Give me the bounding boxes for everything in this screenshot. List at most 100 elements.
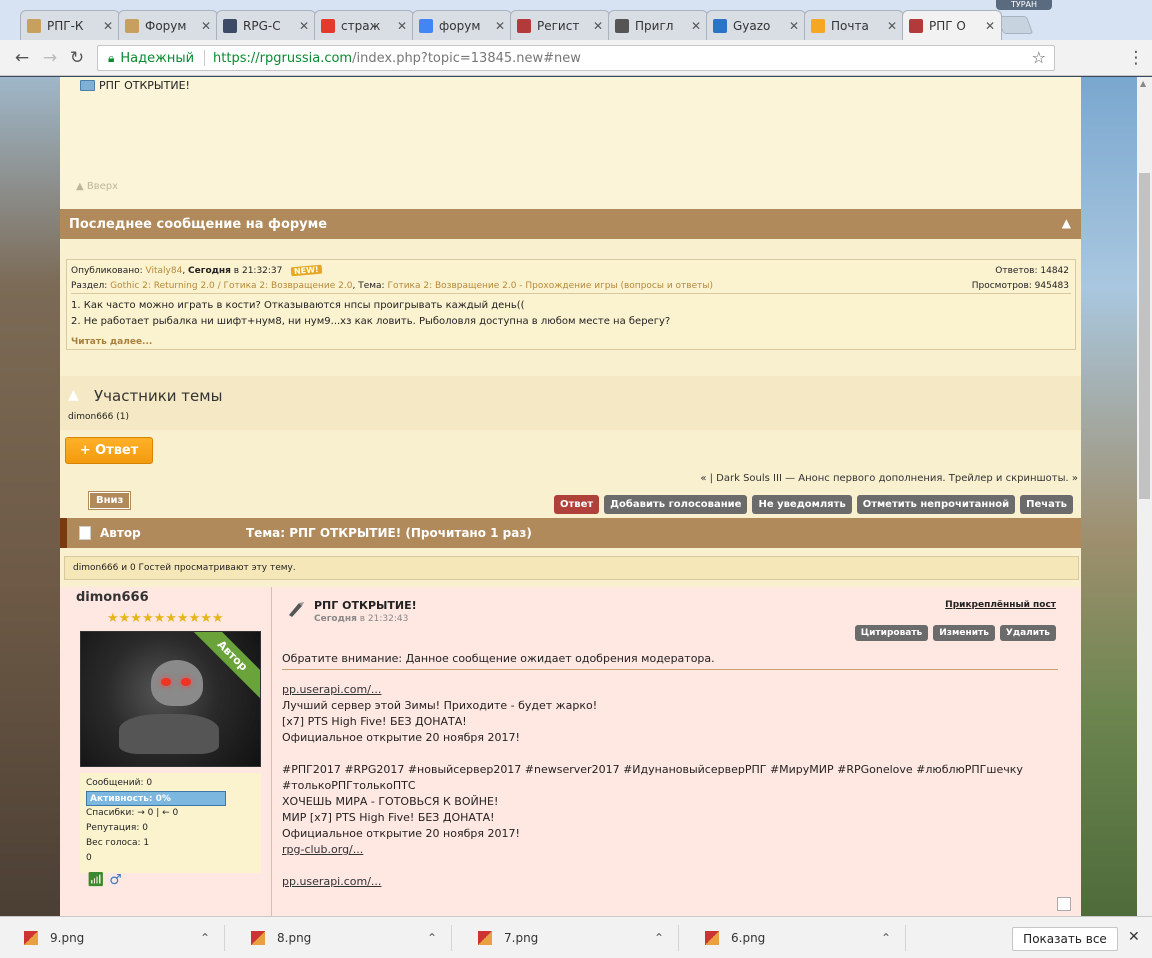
post-author-name[interactable]: dimon666 xyxy=(76,590,149,605)
new-badge: NEW! xyxy=(290,264,323,277)
topic-link[interactable]: РПГ ОТКРЫТИЕ! xyxy=(99,79,190,92)
prev-next-topic[interactable]: « | Dark Souls III — Анонс первого допол… xyxy=(700,473,1078,484)
tab-close-icon[interactable]: ✕ xyxy=(887,19,897,33)
download-item[interactable]: 9.png ⌃ xyxy=(0,925,225,951)
close-icon[interactable]: ✕ xyxy=(1128,929,1140,945)
tab-close-icon[interactable]: ✕ xyxy=(201,19,211,33)
print-button[interactable]: Печать xyxy=(1020,495,1073,514)
divider xyxy=(204,50,206,66)
thread-author-label: Автор xyxy=(100,526,141,540)
chevron-up-icon[interactable]: ⌃ xyxy=(654,931,664,945)
reply-button[interactable]: + Ответ xyxy=(65,437,153,464)
favicon-icon xyxy=(615,18,629,33)
profile-badge[interactable]: ТУРАН xyxy=(996,0,1052,10)
browser-tab[interactable]: Gyazo ✕ xyxy=(706,10,806,40)
collapse-arrow-icon[interactable]: ▲ xyxy=(1062,216,1071,230)
tab-label: Gyazo xyxy=(733,18,771,33)
download-item[interactable]: 7.png ⌃ xyxy=(454,925,679,951)
browser-tab[interactable]: Форум ✕ xyxy=(118,10,218,40)
scroll-down-button[interactable]: Вниз xyxy=(87,491,132,510)
back-icon[interactable]: ← xyxy=(12,48,32,68)
show-all-downloads-button[interactable]: Показать все xyxy=(1012,927,1118,951)
eye xyxy=(181,678,191,686)
favicon-icon xyxy=(125,18,139,33)
tab-close-icon[interactable]: ✕ xyxy=(397,19,407,33)
read-more-link[interactable]: Читать далее... xyxy=(71,337,152,347)
post-title[interactable]: РПГ ОТКРЫТИЕ! xyxy=(314,599,417,612)
post-link[interactable]: pp.userapi.com/... xyxy=(282,682,1058,698)
browser-tab[interactable]: Пригл ✕ xyxy=(608,10,708,40)
online-status-icon: 📶︎ xyxy=(87,872,105,888)
browser-tab[interactable]: Регист ✕ xyxy=(510,10,610,40)
favicon-icon xyxy=(517,18,531,33)
tab-label: RPG-C xyxy=(243,18,281,33)
post-date: Сегодня в 21:32:43 xyxy=(314,614,408,624)
background-left xyxy=(0,77,60,916)
tab-label: Пригл xyxy=(635,18,674,33)
favicon-icon xyxy=(713,18,727,33)
image-file-icon xyxy=(251,931,265,945)
new-tab-button[interactable] xyxy=(996,16,1034,34)
add-poll-button[interactable]: Добавить голосование xyxy=(604,495,748,514)
scrollbar[interactable]: ▲ xyxy=(1137,77,1152,916)
scroll-up-icon[interactable]: ▲ xyxy=(1140,79,1146,88)
tab-close-icon[interactable]: ✕ xyxy=(103,19,113,33)
browser-tab[interactable]: Почта ✕ xyxy=(804,10,904,40)
section-link[interactable]: Gothic 2: Returning 2.0 / Готика 2: Возв… xyxy=(110,281,352,291)
post-spacer xyxy=(282,858,1058,874)
delete-button[interactable]: Удалить xyxy=(999,625,1056,641)
download-filename: 7.png xyxy=(504,931,539,945)
post-link[interactable]: pp.userapi.com/... xyxy=(282,874,1058,890)
edit-button[interactable]: Изменить xyxy=(933,625,995,641)
forward-icon[interactable]: → xyxy=(40,48,60,68)
back-to-top[interactable]: ▲ Вверх xyxy=(76,181,118,192)
last-post-topic-link[interactable]: Готика 2: Возвращение 2.0 - Прохождение … xyxy=(387,281,713,291)
post-actions: Цитировать Изменить Удалить xyxy=(854,625,1056,641)
tab-close-icon[interactable]: ✕ xyxy=(691,19,701,33)
action-reply-button[interactable]: Ответ xyxy=(553,495,600,514)
last-post-section: Раздел: Gothic 2: Returning 2.0 / Готика… xyxy=(71,281,713,291)
download-item[interactable]: 8.png ⌃ xyxy=(227,925,452,951)
browser-tab[interactable]: форум ✕ xyxy=(412,10,512,40)
post-line: Лучший сервер этой Зимы! Приходите - буд… xyxy=(282,699,598,712)
stat-activity: Активность: 0% xyxy=(86,791,226,806)
menu-icon[interactable]: ⋮ xyxy=(1126,48,1146,68)
chevron-up-icon[interactable]: ⌃ xyxy=(200,931,210,945)
mark-unread-button[interactable]: Отметить непрочитанной xyxy=(856,495,1016,514)
quote-button[interactable]: Цитировать xyxy=(854,625,929,641)
views-count: Просмотров: 945483 xyxy=(971,281,1069,291)
browser-tab[interactable]: РПГ-К ✕ xyxy=(20,10,120,40)
post-link[interactable]: rpg-club.org/... xyxy=(282,842,1058,858)
tab-close-icon[interactable]: ✕ xyxy=(985,19,995,33)
document-icon xyxy=(79,526,91,540)
chevron-up-icon[interactable]: ⌃ xyxy=(881,931,891,945)
viewers-bar: dimon666 и 0 Гостей просматривают эту те… xyxy=(64,556,1079,580)
tab-close-icon[interactable]: ✕ xyxy=(789,19,799,33)
browser-tab[interactable]: RPG-C ✕ xyxy=(216,10,316,40)
tab-close-icon[interactable]: ✕ xyxy=(495,19,505,33)
tab-close-icon[interactable]: ✕ xyxy=(593,19,603,33)
unsubscribe-button[interactable]: Не уведомлять xyxy=(752,495,852,514)
pinned-post-link[interactable]: Прикреплённый пост xyxy=(945,600,1056,610)
bookmark-star-icon[interactable]: ☆ xyxy=(1032,48,1046,67)
participants-section: ▲ Участники темы dimon666 (1) xyxy=(60,376,1081,430)
author-icons: 📶︎ ♂ xyxy=(87,872,122,888)
up-arrow-icon[interactable]: ▲ xyxy=(68,387,82,403)
post-author-column: dimon666 ★★★★★★★★★★ Автор Сообщений: 0 А… xyxy=(60,587,272,916)
post-line: [x7] PTS High Five! БЕЗ ДОНАТА! xyxy=(282,715,467,728)
address-bar[interactable]: 🔒︎ Надежный https://rpgrussia.com /index… xyxy=(97,45,1055,71)
download-filename: 6.png xyxy=(731,931,766,945)
last-post-author[interactable]: Vitaly84 xyxy=(146,266,183,276)
edit-note-icon[interactable] xyxy=(1057,897,1071,911)
scroll-thumb[interactable] xyxy=(1139,173,1150,499)
download-item[interactable]: 6.png ⌃ xyxy=(681,925,906,951)
browser-tab[interactable]: страж ✕ xyxy=(314,10,414,40)
post-today: Сегодня xyxy=(314,614,357,624)
favicon-icon xyxy=(223,18,237,33)
reload-icon[interactable]: ↻ xyxy=(67,48,87,68)
participants-list[interactable]: dimon666 (1) xyxy=(68,412,129,422)
tab-close-icon[interactable]: ✕ xyxy=(299,19,309,33)
chevron-up-icon[interactable]: ⌃ xyxy=(427,931,437,945)
topic-link-row[interactable]: РПГ ОТКРЫТИЕ! xyxy=(80,79,190,92)
browser-tab[interactable]: РПГ О ✕ xyxy=(902,10,1002,40)
